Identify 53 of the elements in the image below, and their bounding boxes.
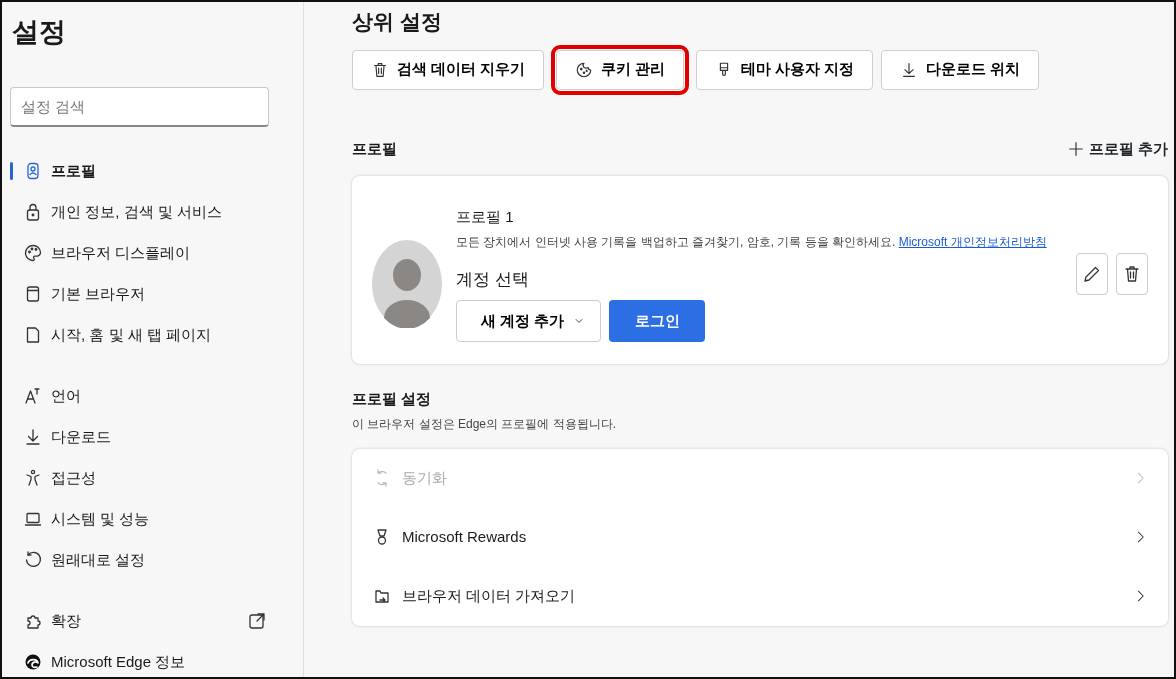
settings-row-label: 동기화: [402, 467, 448, 488]
plus-icon: [1066, 139, 1085, 158]
reset-icon: [23, 550, 43, 570]
profile-description: 모든 장치에서 인터넷 사용 기록을 백업하고 즐겨찾기, 암호, 기록 등을 확인하세요. Microsoft 개인정보처리방침: [456, 233, 1048, 251]
sidebar-item-label: 프로필: [51, 160, 97, 181]
trash-icon: [371, 60, 389, 79]
pencil-icon: [1082, 264, 1102, 284]
edit-button[interactable]: [1076, 253, 1108, 295]
add-profile-link[interactable]: 프로필 추가: [1066, 137, 1168, 160]
sidebar-item-label: 접근성: [51, 467, 97, 488]
sidebar-item[interactable]: 확장: [10, 600, 295, 642]
settings-row-label[interactable]: Microsoft Rewards: [402, 525, 1122, 549]
sidebar-item-label: 시작, 홈 및 새 탭 페이지: [51, 324, 212, 345]
section-heading: 프로필 설정: [352, 389, 433, 409]
settings-title: 설정: [12, 16, 67, 49]
account-label: 계정 선택: [456, 268, 530, 291]
quick-action-button[interactable]: 다운로드 위치: [881, 49, 1040, 90]
sidebar-item-label: 기본 브라우저: [51, 283, 147, 304]
profile-name: 프로필 1: [456, 207, 515, 227]
sidebar-item-label: 확장: [51, 610, 82, 631]
login-button[interactable]: 로그인: [609, 300, 706, 342]
sidebar-item-label: Microsoft Edge 정보: [51, 651, 187, 672]
sidebar-item-label: 원래대로 설정: [51, 549, 147, 570]
sidebar-item[interactable]: 브라우저 디스플레이: [10, 232, 295, 274]
privacy-link[interactable]: Microsoft 개인정보처리방침: [898, 234, 1047, 249]
sidebar-item[interactable]: 프로필: [10, 150, 295, 192]
palette-icon: [23, 243, 43, 263]
quick-action-button[interactable]: 검색 데이터 지우기: [352, 49, 545, 90]
sidebar-item[interactable]: 시작, 홈 및 새 탭 페이지: [10, 314, 295, 356]
sidebar-item-label: 개인 정보, 검색 및 서비스: [51, 201, 223, 222]
sidebar-item[interactable]: 기본 브라우저: [10, 273, 295, 315]
sidebar-item[interactable]: 다운로드: [10, 416, 295, 458]
quick-action-button[interactable]: 테마 사용자 지정: [696, 49, 874, 90]
sidebar-item-label: 브라우저 디스플레이: [51, 242, 192, 263]
cookie-icon: [575, 60, 594, 79]
sidebar-item[interactable]: 접근성: [10, 457, 295, 499]
sidebar-item-label: 시스템 및 성능: [51, 508, 151, 529]
section-heading: 프로필: [352, 138, 397, 159]
sidebar-item[interactable]: Microsoft Edge 정보: [10, 641, 295, 679]
sidebar-item-label: 다운로드: [51, 426, 112, 447]
search-field[interactable]: 설정 검색: [10, 86, 269, 127]
page-title: 상위 설정: [352, 9, 443, 35]
settings-row-label[interactable]: 브라우저 데이터 가져오기: [402, 584, 1122, 608]
delete-button[interactable]: [1116, 253, 1148, 295]
section-subtitle: 이 브라우저 설정은 Edge의 프로필에 적용됩니다.: [352, 415, 618, 433]
external-link-icon: [247, 611, 267, 631]
sidebar-item[interactable]: 언어: [10, 375, 295, 417]
sidebar-item[interactable]: 원래대로 설정: [10, 539, 295, 581]
account-dropdown[interactable]: 새 계정 추가: [456, 300, 602, 342]
sidebar-item[interactable]: 시스템 및 성능: [10, 498, 295, 540]
sidebar-item[interactable]: 개인 정보, 검색 및 서비스: [10, 191, 295, 233]
edge-logo-icon: [23, 652, 43, 672]
sidebar-item-label: 언어: [51, 385, 82, 406]
